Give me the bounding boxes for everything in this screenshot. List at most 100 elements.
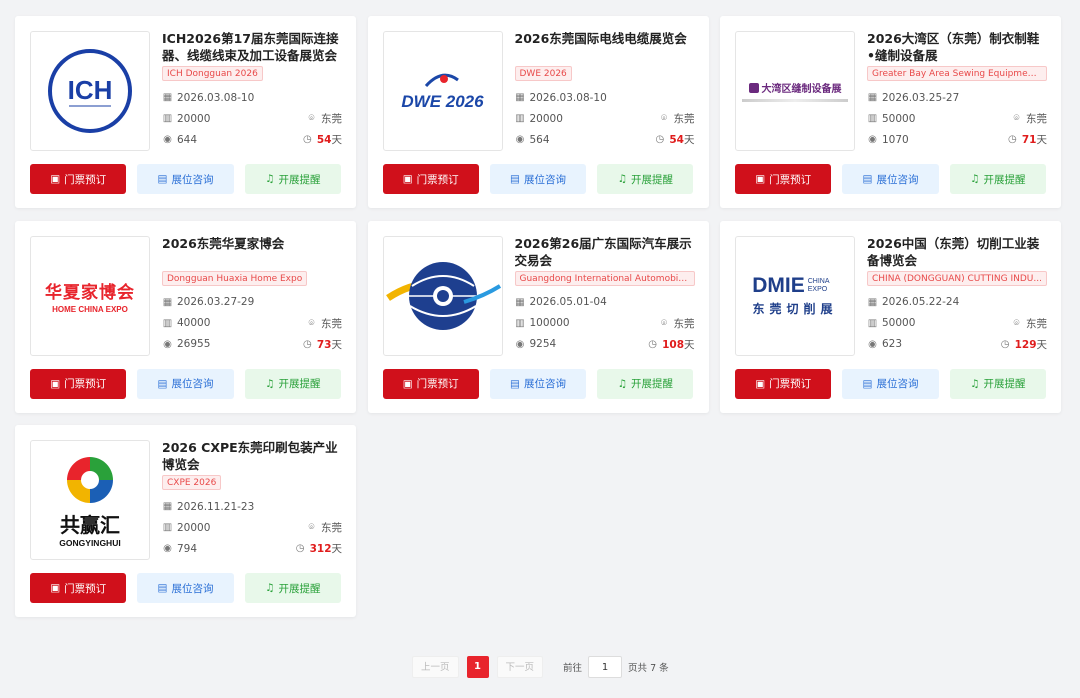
document-icon: ▤ [157, 582, 168, 594]
clock-icon: ◷ [295, 543, 305, 554]
bell-icon: ♫ [617, 377, 628, 390]
expo-days-left: 54 [316, 134, 332, 146]
expo-date: 2026.05.22-24 [882, 296, 960, 308]
ticket-booking-button[interactable]: ▣ 门票预订 [735, 368, 832, 399]
expo-city: 东莞 [673, 113, 695, 125]
expo-actions: ▣ 门票预订 ▤ 展位咨询 ♫ 开展提醒 [30, 164, 341, 194]
expo-tag: CHINA (DONGGUAN) CUTTING INDU... [867, 270, 1047, 286]
expo-title[interactable]: 2026第26届广东国际汽车展示交易会 [515, 235, 695, 269]
expo-logo[interactable]: 华夏家博会 HOME CHINA EXPO [30, 235, 150, 356]
expo-reminder-button[interactable]: ♫ 开展提醒 [244, 164, 341, 194]
booth-label: 展位咨询 [523, 173, 566, 186]
expo-views: 9254 [529, 338, 557, 350]
booth-consult-button[interactable]: ▤ 展位咨询 [489, 164, 587, 194]
booth-consult-button[interactable]: ▤ 展位咨询 [137, 368, 234, 399]
expo-days-left: 108 [662, 338, 684, 351]
expo-card[interactable]: 2026第26届广东国际汽车展示交易会 Guangdong Internation… [367, 220, 709, 413]
expo-reminder-button[interactable]: ♫ 开展提醒 [949, 164, 1046, 194]
building-icon: ▥ [867, 317, 878, 329]
expo-logo[interactable]: DMIE CHINA EXPO 东莞切削展 [735, 235, 855, 356]
ticket-label: 门票预订 [416, 378, 459, 390]
days-unit: 天 [331, 338, 343, 351]
date-row: ▦ 2026.05.01-04 [515, 292, 695, 313]
page-number-current[interactable]: 1 [466, 656, 489, 678]
calendar-icon: ▦ [515, 92, 525, 103]
eye-icon: ◉ [163, 543, 172, 554]
days-unit: 天 [1036, 338, 1048, 351]
expo-logo[interactable]: ICH [30, 31, 150, 151]
expo-views: 1070 [882, 133, 909, 146]
expo-views: 623 [882, 338, 903, 350]
expo-title[interactable]: 2026东莞华夏家博会 [162, 235, 342, 252]
expo-card[interactable]: 共赢汇 GONGYINGHUI 2026 CXPE东莞印刷包装产业博览会 CXPE 2… [15, 425, 356, 617]
ticket-label: 门票预订 [769, 378, 812, 390]
prev-page-button[interactable]: 上一页 [412, 656, 459, 678]
date-row: ▦ 2026.03.08-10 [162, 87, 342, 108]
views-row: ◉ 1070 ◷ 71天 [867, 129, 1047, 150]
ticket-booking-button[interactable]: ▣ 门票预订 [735, 164, 832, 194]
expo-title[interactable]: 2026中国（东莞）切削工业装备博览会 [867, 235, 1047, 269]
expo-reminder-button[interactable]: ♫ 开展提醒 [597, 164, 694, 194]
ticket-booking-button[interactable]: ▣ 门票预订 [30, 368, 127, 399]
expo-title[interactable]: 2026 CXPE东莞印刷包装产业博览会 [162, 439, 342, 473]
expo-card[interactable]: DMIE CHINA EXPO 东莞切削展 2026中国（东莞）切削工业装备博览会 CH… [720, 220, 1061, 413]
building-icon: ▥ [867, 113, 878, 124]
booth-consult-button[interactable]: ▤ 展位咨询 [137, 164, 234, 194]
booth-consult-button[interactable]: ▤ 展位咨询 [489, 368, 587, 399]
booth-consult-button[interactable]: ▤ 展位咨询 [842, 164, 939, 194]
location-icon: ⌾ [308, 113, 315, 124]
days-unit: 天 [1036, 134, 1048, 146]
calendar-icon: ▦ [867, 92, 878, 103]
bell-icon: ♫ [265, 377, 275, 390]
next-page-button[interactable]: 下一页 [496, 656, 544, 678]
expo-views: 564 [529, 133, 550, 146]
ticket-icon: ▣ [402, 173, 413, 185]
expo-title[interactable]: 2026大湾区（东莞）制衣制鞋•缝制设备展 [867, 30, 1047, 64]
goto-page-input[interactable] [588, 656, 623, 678]
expo-logo[interactable]: 共赢汇 GONGYINGHUI [30, 440, 150, 560]
expo-date: 2026.03.25-27 [882, 91, 960, 104]
views-row: ◉ 564 ◷ 54天 [515, 129, 695, 150]
expo-days-left: 312 [309, 543, 332, 555]
expo-logo[interactable] [382, 235, 503, 356]
booth-label: 展位咨询 [876, 378, 919, 390]
expo-title[interactable]: ICH2026第17届东莞国际连接器、线缆线束及加工设备展览会 [162, 30, 342, 64]
expo-reminder-button[interactable]: ♫ 开展提醒 [949, 368, 1046, 399]
ticket-booking-button[interactable]: ▣ 门票预订 [382, 164, 479, 194]
expo-card[interactable]: 华夏家博会 HOME CHINA EXPO 2026东莞华夏家博会 Dongguan … [15, 220, 356, 413]
bell-icon: ♫ [970, 173, 980, 185]
ticket-booking-button[interactable]: ▣ 门票预订 [30, 573, 127, 603]
remind-label: 开展提醒 [983, 173, 1026, 186]
clock-icon: ◷ [655, 134, 665, 145]
dmie-logo-icon: DMIE CHINA EXPO 东莞切削展 [752, 274, 838, 316]
days-unit: 天 [684, 134, 695, 146]
ticket-booking-button[interactable]: ▣ 门票预订 [30, 164, 127, 194]
expo-card[interactable]: DWE 2026 2026东莞国际电线电缆展览会 DWE 2026 ▦ 2026.03.… [367, 16, 709, 208]
ticket-booking-button[interactable]: ▣ 门票预订 [382, 368, 479, 399]
expo-logo[interactable]: 大湾区缝制设备展 [735, 31, 855, 151]
expo-reminder-button[interactable]: ♫ 开展提醒 [597, 368, 694, 399]
ticket-label: 门票预订 [416, 173, 459, 186]
expo-info: 2026东莞华夏家博会 Dongguan Huaxia Home Expo ▦ 202… [162, 235, 342, 355]
ticket-label: 门票预订 [64, 173, 107, 186]
ticket-icon: ▣ [50, 377, 61, 390]
expo-info: 2026第26届广东国际汽车展示交易会 Guangdong Internation… [514, 235, 695, 355]
expo-card[interactable]: 大湾区缝制设备展 2026大湾区（东莞）制衣制鞋•缝制设备展 Greater Bay… [720, 16, 1061, 208]
ticket-icon: ▣ [755, 173, 766, 185]
expo-days-left: 54 [669, 134, 684, 146]
ticket-label: 门票预订 [64, 378, 107, 390]
booth-consult-button[interactable]: ▤ 展位咨询 [137, 573, 234, 603]
expo-actions: ▣ 门票预订 ▤ 展位咨询 ♫ 开展提醒 [30, 368, 341, 399]
eye-icon: ◉ [163, 134, 172, 145]
views-row: ◉ 9254 ◷ 108天 [515, 334, 695, 355]
expo-city: 东莞 [673, 317, 695, 330]
expo-logo[interactable]: DWE 2026 [382, 31, 503, 151]
expo-reminder-button[interactable]: ♫ 开展提醒 [244, 573, 341, 603]
expo-card[interactable]: ICH ICH2026第17届东莞国际连接器、线缆线束及加工设备展览会 ICH Do… [15, 16, 356, 208]
eye-icon: ◉ [868, 338, 877, 350]
eye-icon: ◉ [163, 338, 172, 350]
expo-reminder-button[interactable]: ♫ 开展提醒 [244, 368, 341, 399]
expo-title[interactable]: 2026东莞国际电线电缆展览会 [515, 30, 695, 64]
booth-consult-button[interactable]: ▤ 展位咨询 [842, 368, 939, 399]
bell-icon: ♫ [265, 173, 275, 185]
